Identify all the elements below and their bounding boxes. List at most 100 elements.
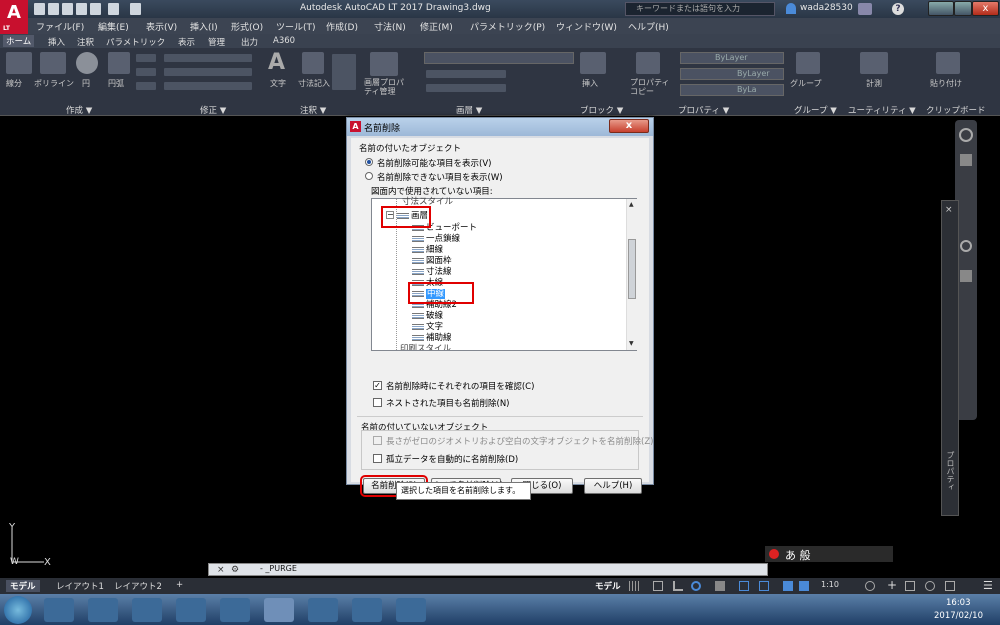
layer-properties-icon[interactable] [370,52,398,76]
add-layout-button[interactable]: + [172,580,187,590]
group-icon[interactable] [796,52,820,74]
ime-toolbar[interactable]: あ 般 [765,546,893,562]
grid-icon[interactable] [629,581,639,591]
panel-annotation[interactable]: 注釈 ▼ [300,104,326,116]
open-icon[interactable] [48,3,59,15]
fullscreen-icon[interactable] [945,581,955,591]
text-tool-icon[interactable]: A [268,50,290,76]
model-space-button[interactable]: モデル [595,580,621,592]
tab-home[interactable]: ホーム [3,35,35,47]
tab-insert[interactable]: 挿入 [48,36,65,48]
annotation-autoscale-icon[interactable] [799,581,809,591]
color-dropdown[interactable]: ByLayer [680,52,784,64]
tab-view[interactable]: 表示 [178,36,195,48]
isodraft-icon[interactable] [715,581,725,591]
dialog-close-button[interactable]: x [609,119,649,133]
chrome-icon[interactable] [176,598,206,622]
panel-modify[interactable]: 修正 ▼ [200,104,226,116]
application-menu-button[interactable]: A LT [0,0,28,34]
menu-view[interactable]: 表示(V) [146,20,177,33]
units-icon[interactable] [905,581,915,591]
user-name[interactable]: wada28530 [800,3,853,13]
exchange-icon[interactable] [858,3,872,15]
panel-draw[interactable]: 作成 ▼ [66,104,92,116]
panel-properties[interactable]: プロパティ ▼ [678,104,729,116]
object-snap-icon[interactable] [759,581,769,591]
menu-dimension[interactable]: 寸法(N) [374,20,406,33]
match-properties-icon[interactable] [636,52,660,74]
tab-parametric[interactable]: パラメトリック [106,36,165,48]
minimize-button[interactable] [928,1,954,16]
tab-manage[interactable]: 管理 [208,36,225,48]
steering-wheel-icon[interactable] [959,128,973,142]
clock-time[interactable]: 16:03 [946,598,971,608]
palette-close-icon[interactable]: × [945,205,953,215]
orbit-icon[interactable] [960,270,972,282]
app-icon[interactable] [396,598,426,622]
tab-layout2[interactable]: レイアウト2 [110,580,166,592]
nonpurgeable-radio-label[interactable]: 名前削除できない項目を表示(W) [377,171,503,183]
close-window-button[interactable]: x [972,1,999,16]
properties-palette-collapsed[interactable]: × プロパティ [941,200,959,516]
redo-icon[interactable] [130,3,141,15]
menu-tools[interactable]: ツール(T) [276,20,316,33]
polar-icon[interactable] [691,581,701,591]
draw-tool-small-icon[interactable] [136,68,156,76]
purgeable-radio[interactable] [365,158,373,166]
new-icon[interactable] [34,3,45,15]
annotation-scale[interactable]: 1:10 [821,580,839,589]
menu-draw[interactable]: 作成(D) [326,20,358,33]
menu-modify[interactable]: 修正(M) [420,20,453,33]
zero-length-checkbox[interactable] [373,436,382,445]
measure-icon[interactable] [860,52,888,74]
modify-tools-row[interactable] [164,82,252,90]
undo-icon[interactable] [108,3,119,15]
object-snap-tracking-icon[interactable] [739,581,749,591]
app-icon[interactable] [352,598,382,622]
scroll-down-icon[interactable]: ▼ [629,340,634,347]
nonpurgeable-radio[interactable] [365,172,373,180]
layer-tools-row[interactable] [426,70,506,78]
tab-model[interactable]: モデル [6,580,40,592]
panel-block[interactable]: ブロック ▼ [580,104,623,116]
windows-start-button[interactable] [4,596,32,624]
save-icon[interactable] [62,3,73,15]
clock-date[interactable]: 2017/02/10 [934,611,983,621]
layer-tools-row[interactable] [426,84,506,92]
insert-block-icon[interactable] [580,52,606,74]
linetype-dropdown[interactable]: ByLayer [680,68,784,80]
annotation-tools[interactable] [332,54,356,90]
line-tool-icon[interactable] [6,52,32,74]
purge-nested-label[interactable]: ネストされた項目も名前削除(N) [386,397,510,409]
isolate-objects-icon[interactable] [925,581,935,591]
menu-parametric[interactable]: パラメトリック(P) [470,20,545,33]
modify-tools-row[interactable] [164,68,252,76]
circle-tool-icon[interactable] [76,52,98,74]
confirm-each-checkbox[interactable]: ✓ [373,381,382,390]
tab-a360[interactable]: A360 [273,36,295,46]
purge-nested-checkbox[interactable] [373,398,382,407]
orphan-data-checkbox[interactable] [373,454,382,463]
modify-tools-row[interactable] [164,54,252,62]
ime-mode-icon[interactable] [769,549,779,559]
autocad-taskbar-icon[interactable] [264,598,294,622]
snap-icon[interactable] [653,581,663,591]
tab-layout1[interactable]: レイアウト1 [52,580,108,592]
pan-icon[interactable] [960,154,972,166]
annotation-visibility-icon[interactable] [783,581,793,591]
tab-annotate[interactable]: 注釈 [77,36,94,48]
ortho-icon[interactable] [673,581,683,591]
file-explorer-icon[interactable] [132,598,162,622]
app-icon[interactable] [220,598,250,622]
customize-status-bar-icon[interactable]: ☰ [983,579,993,592]
polyline-tool-icon[interactable] [40,52,66,74]
draw-tool-small-icon[interactable] [136,54,156,62]
system-tray-icons[interactable] [860,603,920,617]
panel-layers[interactable]: 画層 ▼ [456,104,482,116]
draw-tool-small-icon[interactable] [136,82,156,90]
layer-dropdown[interactable] [424,52,574,64]
purgeable-radio-label[interactable]: 名前削除可能な項目を表示(V) [377,157,491,169]
annotation-monitor-icon[interactable]: + [887,578,897,592]
scroll-up-icon[interactable]: ▲ [629,201,634,208]
help-search-input[interactable]: キーワードまたは語句を入力 [625,2,775,16]
